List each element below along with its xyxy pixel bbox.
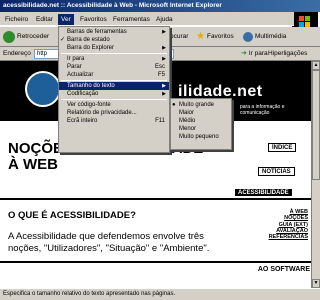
intro-paragraph: A Acessibilidade que defendemos envolve … — [8, 231, 210, 254]
menu-bar: Ficheiro Editar Ver Favoritos Ferramenta… — [0, 12, 294, 26]
menu-item-toolbars[interactable]: Barras de ferramentas ▶ — [59, 28, 169, 36]
link-referencias[interactable]: REFERÊNCIAS — [253, 234, 308, 240]
menu-editar[interactable]: Editar — [33, 14, 56, 25]
search-button[interactable]: ocurar — [170, 30, 188, 44]
status-bar: Especifica o tamanho relativo do texto a… — [0, 288, 320, 300]
menu-ferramentas[interactable]: Ferramentas — [110, 14, 153, 25]
checkmark-icon: ✓ — [60, 37, 66, 43]
text-size-larger[interactable]: Maior — [171, 109, 231, 117]
menu-ver[interactable]: Ver — [58, 14, 74, 25]
menu-ajuda[interactable]: Ajuda — [153, 14, 176, 25]
title-bar: acessibilidade.net :: Acessibilidade à W… — [0, 0, 320, 12]
favorites-button[interactable]: ★ Favoritos — [196, 30, 234, 44]
menu-separator — [61, 80, 167, 81]
text-size-largest[interactable]: ● Muito grande — [171, 101, 231, 109]
ao-software-heading[interactable]: AO SOFTWARE — [232, 266, 310, 273]
submenu-arrow-icon: ▶ — [162, 56, 166, 62]
site-logo-subtitle: para a informação e comunicação — [240, 104, 285, 116]
menu-item-view-source[interactable]: Ver código-fonte — [59, 101, 169, 109]
menu-item-statusbar[interactable]: ✓ Barra de estado — [59, 36, 169, 44]
accessibility-button[interactable]: ACESSIBILIDADE — [234, 188, 293, 197]
divider — [0, 198, 311, 200]
divider — [0, 261, 311, 263]
side-nav-links: À WEB NOÇÕES GUIA (EXT) AVALIAÇÃO REFERÊ… — [253, 209, 308, 240]
go-arrow-icon: ➜ — [241, 50, 247, 57]
ver-menu: Barras de ferramentas ▶ ✓ Barra de estado … — [58, 26, 170, 153]
menu-item-refresh[interactable]: Actualizar F5 — [59, 71, 169, 79]
text-size-smallest[interactable]: Muito pequeno — [171, 133, 231, 141]
radio-dot-icon: ● — [172, 102, 176, 108]
menu-item-privacy-report[interactable]: Relatório de privacidade... — [59, 109, 169, 117]
menu-item-explorer-bar[interactable]: Barra do Explorer ▶ — [59, 44, 169, 52]
page-subheading: O QUE É ACESSIBILIDADE? — [8, 210, 136, 221]
menu-item-stop[interactable]: Parar Esc — [59, 63, 169, 71]
submenu-arrow-icon: ▶ — [162, 91, 166, 97]
address-label: Endereço — [3, 50, 31, 57]
scroll-thumb[interactable] — [312, 70, 320, 180]
menu-ficheiro[interactable]: Ficheiro — [2, 14, 31, 25]
menu-item-fullscreen[interactable]: Ecrã inteiro F11 — [59, 117, 169, 125]
news-button[interactable]: NOTÍCIAS — [258, 167, 295, 176]
submenu-arrow-icon: ▶ — [162, 29, 166, 35]
text-size-submenu: ● Muito grande Maior Médio Menor Muito pe… — [170, 98, 232, 150]
scroll-down-icon[interactable]: ▼ — [312, 279, 320, 288]
text-size-medium[interactable]: Médio — [171, 117, 231, 125]
go-button[interactable]: ➜ Ir para — [241, 49, 268, 59]
menu-favoritos[interactable]: Favoritos — [77, 14, 110, 25]
vertical-scrollbar[interactable]: ▲ ▼ — [311, 61, 320, 288]
back-button[interactable]: Retroceder — [3, 30, 49, 44]
star-icon: ★ — [196, 31, 205, 42]
menu-separator — [61, 99, 167, 100]
menu-item-text-size[interactable]: Tamanho do texto ▶ — [59, 82, 169, 90]
multimedia-button[interactable]: Multimédia — [243, 30, 286, 44]
submenu-arrow-icon: ▶ — [162, 45, 166, 51]
text-size-smaller[interactable]: Menor — [171, 125, 231, 133]
submenu-arrow-icon: ▶ — [162, 83, 166, 89]
key-logo-icon — [25, 71, 61, 107]
index-button[interactable]: ÍNDICE — [268, 143, 297, 152]
multimedia-icon — [243, 32, 253, 42]
menu-item-encoding[interactable]: Codificação ▶ — [59, 90, 169, 98]
back-arrow-icon — [3, 31, 15, 43]
menu-separator — [61, 53, 167, 54]
links-button[interactable]: Hiperligações — [268, 49, 307, 59]
menu-item-go-to[interactable]: Ir para ▶ — [59, 55, 169, 63]
scroll-up-icon[interactable]: ▲ — [312, 61, 320, 70]
